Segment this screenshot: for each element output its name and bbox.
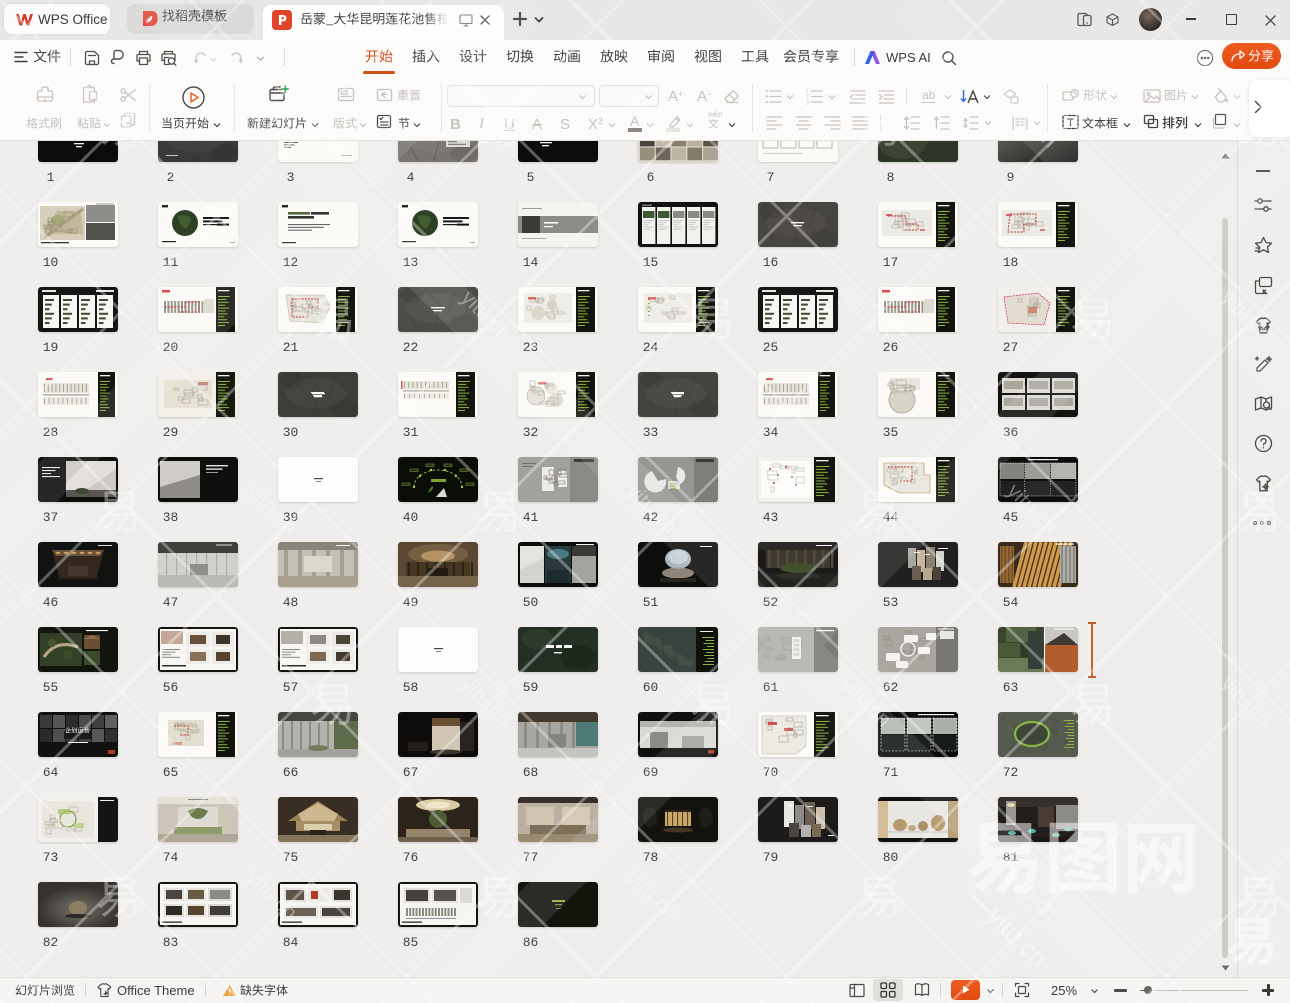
svg-text:3: 3 bbox=[806, 101, 809, 106]
